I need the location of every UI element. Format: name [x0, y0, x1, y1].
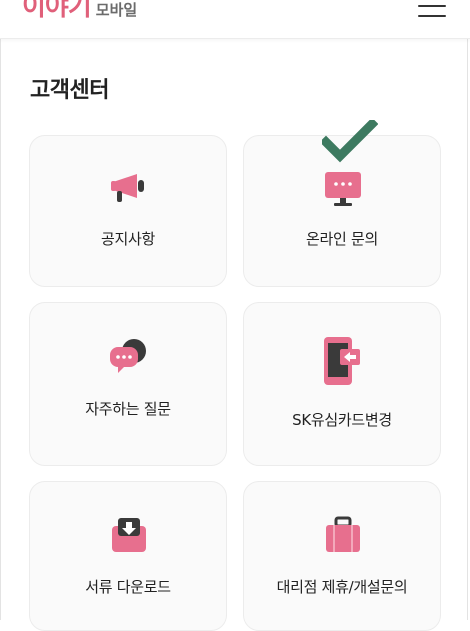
chat-bubbles-icon	[110, 339, 146, 373]
card-label: 온라인 문의	[306, 230, 378, 248]
monitor-chat-icon	[325, 172, 361, 206]
download-folder-icon	[112, 518, 146, 552]
card-label: SK유심카드변경	[292, 411, 392, 429]
card-label: 대리점 제휴/개설문의	[276, 578, 408, 596]
header: 이야기 모바일	[0, 0, 470, 39]
card-label: 서류 다운로드	[85, 578, 171, 596]
card-document-download[interactable]: 서류 다운로드	[29, 481, 227, 631]
card-notice[interactable]: 공지사항	[29, 135, 227, 287]
logo[interactable]: 이야기 모바일	[22, 0, 137, 22]
phone-sim-icon	[324, 337, 360, 385]
logo-main-text: 이야기	[22, 0, 92, 22]
card-faq[interactable]: 자주하는 질문	[29, 302, 227, 466]
card-sk-usim-change[interactable]: SK유심카드변경	[243, 302, 441, 466]
hamburger-menu-icon[interactable]	[414, 2, 446, 20]
logo-sub-text: 모바일	[95, 1, 138, 19]
card-label: 자주하는 질문	[85, 400, 171, 418]
page-title: 고객센터	[30, 78, 109, 103]
card-dealer-partnership[interactable]: 대리점 제휴/개설문의	[243, 481, 441, 631]
checkmark-icon	[322, 120, 378, 163]
briefcase-icon	[326, 516, 360, 552]
card-label: 공지사항	[100, 230, 155, 248]
megaphone-icon	[111, 174, 144, 202]
